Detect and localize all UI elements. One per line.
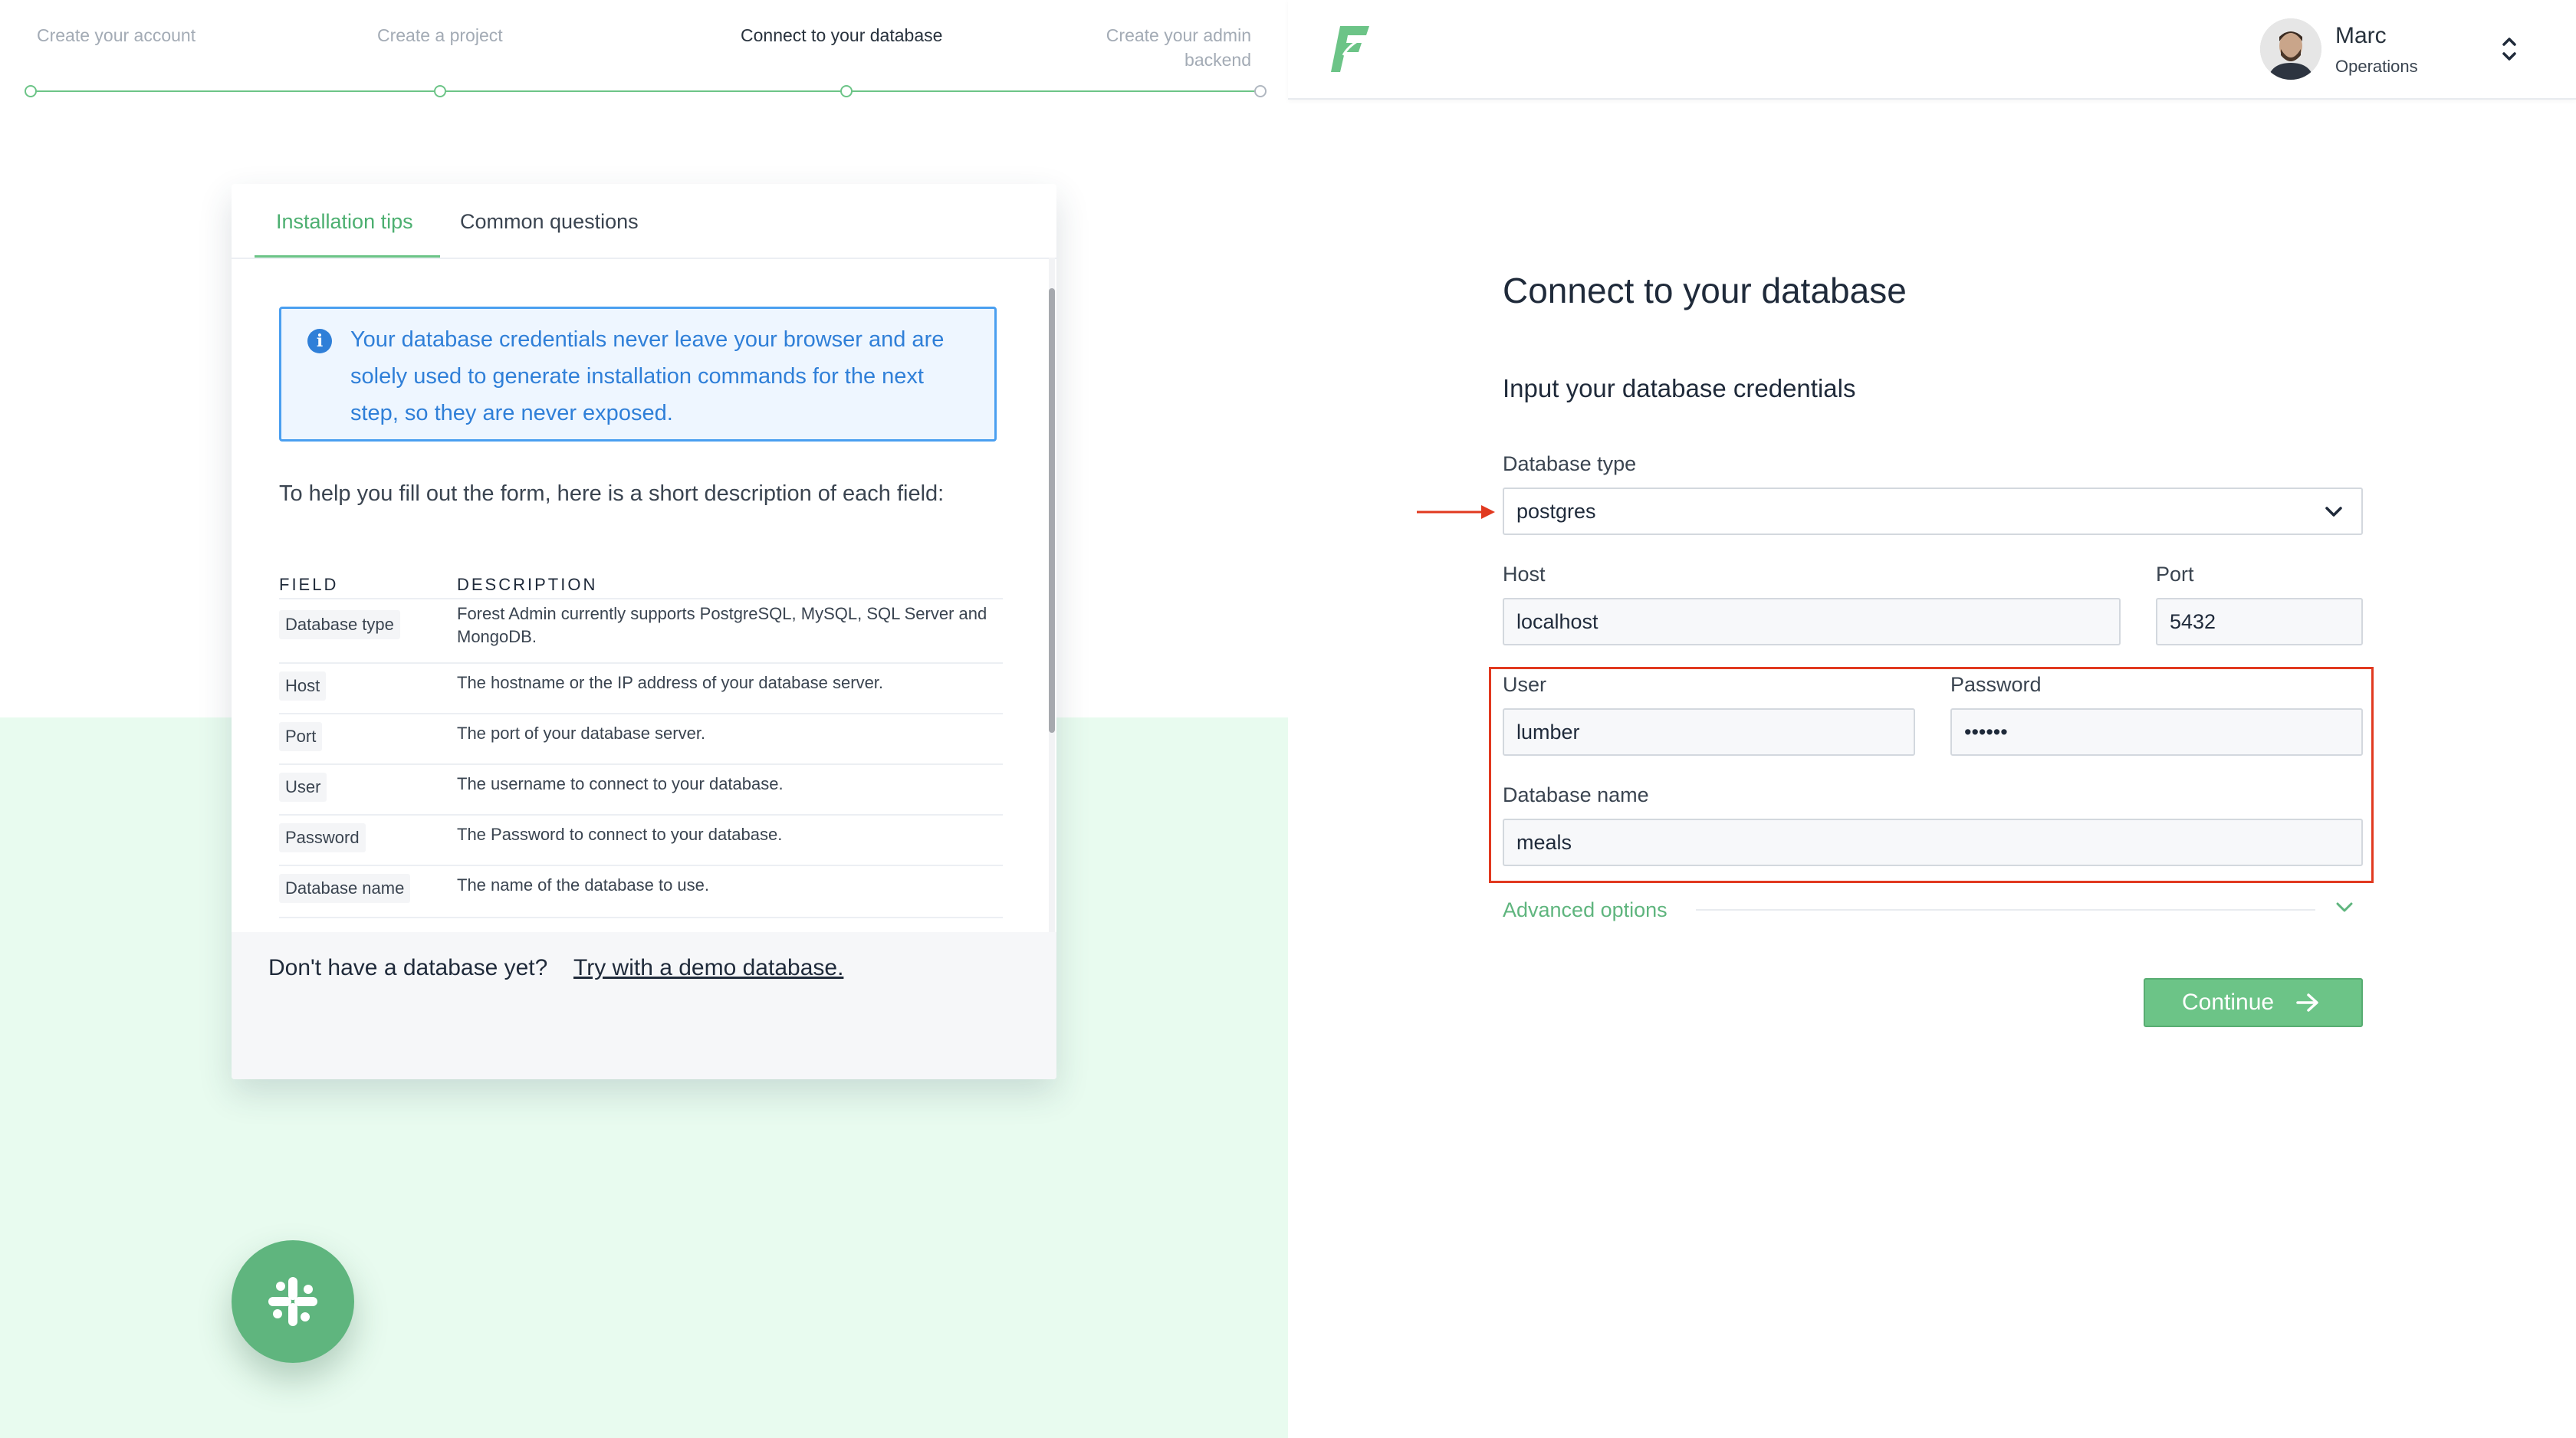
table-cell-field: Host (279, 671, 327, 701)
table-cell-field: Database type (279, 610, 400, 639)
table-row: Host The hostname or the IP address of y… (279, 662, 1003, 714)
step-dot-3 (840, 85, 853, 97)
port-input[interactable] (2156, 598, 2363, 645)
active-tab-indicator (255, 255, 440, 258)
table-cell-field: User (279, 773, 327, 802)
app-header: Marc Operations (1288, 0, 2576, 100)
step-create-account: Create your account (37, 25, 196, 45)
step-connect-database: Connect to your database (741, 25, 943, 45)
database-type-label: Database type (1503, 452, 1637, 475)
slack-icon (268, 1277, 317, 1326)
advanced-options-toggle[interactable]: Advanced options (1503, 898, 1668, 922)
database-name-input[interactable] (1503, 819, 2363, 866)
database-type-select[interactable]: postgres (1503, 488, 2363, 535)
step-dot-4 (1254, 85, 1267, 97)
demo-database-bar: Don't have a database yet? Try with a de… (232, 932, 1056, 1079)
tips-tabs: Installation tips Common questions (232, 184, 1056, 259)
step-create-admin-backend: Create your admin backend (1106, 25, 1251, 70)
continue-button[interactable]: Continue (2144, 978, 2363, 1027)
chevron-down-icon[interactable] (2334, 900, 2355, 915)
demo-database-link[interactable]: Try with a demo database. (573, 955, 843, 981)
table-row: Database type Forest Admin currently sup… (279, 598, 1003, 664)
user-avatar[interactable] (2260, 18, 2321, 80)
advanced-options-divider (1696, 909, 2315, 911)
table-cell-description: Forest Admin currently supports PostgreS… (457, 604, 987, 646)
table-cell-field: Database name (279, 874, 411, 903)
connect-database-pane: Marc Operations Connect to your database… (1288, 0, 2576, 1438)
host-label: Host (1503, 563, 1546, 586)
step-dot-2 (434, 85, 446, 97)
arrow-right-icon (2296, 993, 2318, 1012)
database-name-label: Database name (1503, 783, 1649, 806)
table-cell-description: The hostname or the IP address of your d… (457, 673, 884, 692)
table-cell-description: The port of your database server. (457, 724, 706, 743)
form-help-text: To help you fill out the form, here is a… (279, 481, 945, 506)
table-row: Port The port of your database server. (279, 713, 1003, 765)
page-title: Connect to your database (1503, 271, 1907, 310)
tab-installation-tips[interactable]: Installation tips (276, 210, 413, 234)
user-name[interactable]: Marc (2335, 23, 2387, 49)
annotation-arrow-icon (1417, 505, 1495, 519)
continue-label: Continue (2182, 990, 2275, 1015)
user-label: User (1503, 673, 1547, 696)
table-row: Password The Password to connect to your… (279, 814, 1003, 866)
tips-scrollbar-thumb[interactable] (1049, 288, 1055, 733)
table-cell-field: Port (279, 722, 323, 751)
credentials-info-callout: i Your database credentials never leave … (279, 307, 997, 442)
step-create-project: Create a project (377, 25, 503, 45)
table-header-field: FIELD (279, 575, 339, 594)
table-header-description: DESCRIPTION (457, 575, 598, 594)
info-icon: i (307, 329, 332, 353)
forest-admin-logo[interactable] (1326, 21, 1372, 77)
table-row: User The username to connect to your dat… (279, 763, 1003, 816)
stepper-progress-line (29, 90, 1259, 92)
chevron-down-icon (2325, 507, 2342, 517)
host-input[interactable] (1503, 598, 2121, 645)
tips-scrollbar[interactable] (1049, 258, 1055, 961)
tab-common-questions[interactable]: Common questions (460, 210, 639, 234)
avatar-portrait-icon (2260, 18, 2321, 80)
installation-tips-card: Installation tips Common questions i You… (232, 184, 1056, 1079)
info-message: Your database credentials never leave yo… (350, 327, 945, 425)
demo-prompt-text: Don't have a database yet? (268, 955, 548, 980)
step-dot-1 (25, 85, 37, 97)
password-label: Password (1950, 673, 2042, 696)
database-type-value: postgres (1516, 500, 1596, 523)
table-cell-description: The username to connect to your database… (457, 774, 784, 793)
slack-chat-button[interactable] (232, 1240, 354, 1363)
password-input[interactable] (1950, 708, 2363, 756)
table-row: Database name The name of the database t… (279, 865, 1003, 918)
user-input[interactable] (1503, 708, 1915, 756)
user-role: Operations (2335, 57, 2418, 76)
table-cell-description: The name of the database to use. (457, 875, 710, 895)
port-label: Port (2156, 563, 2194, 586)
section-title: Input your database credentials (1503, 374, 1856, 402)
table-cell-description: The Password to connect to your database… (457, 825, 783, 844)
onboarding-left-pane: Create your account Create a project Con… (0, 0, 1288, 1438)
chevron-up-down-icon[interactable] (2498, 31, 2521, 67)
table-cell-field: Password (279, 823, 366, 852)
